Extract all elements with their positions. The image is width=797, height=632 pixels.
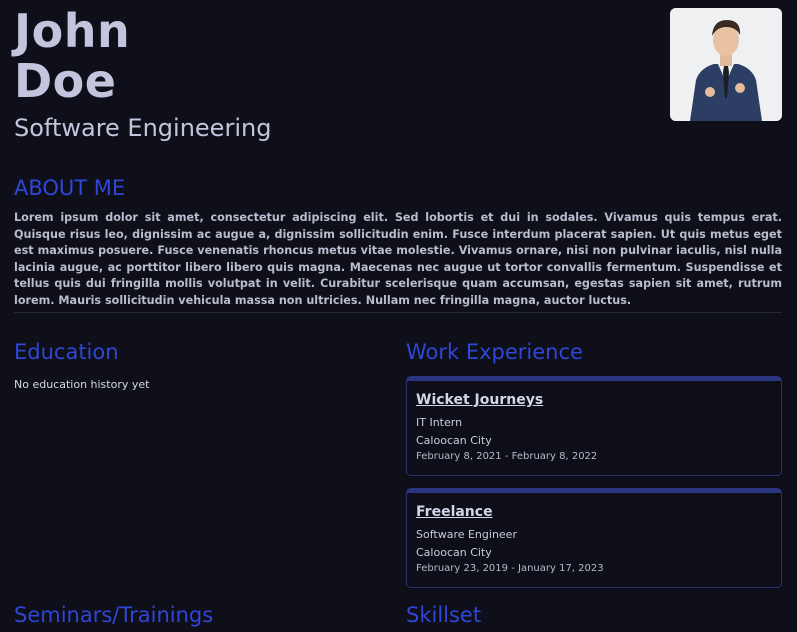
education-empty-text: No education history yet <box>14 378 150 391</box>
about-heading: ABOUT ME <box>14 176 126 200</box>
job-location: Caloocan City <box>416 434 492 447</box>
job-dates: February 8, 2021 - February 8, 2022 <box>416 451 598 462</box>
profile-photo <box>670 8 782 121</box>
skillset-heading: Skillset <box>406 603 482 627</box>
company-link[interactable]: Freelance <box>416 504 493 520</box>
company-link[interactable]: Wicket Journeys <box>416 392 543 408</box>
job-role: Software Engineer <box>416 528 517 541</box>
about-text: Lorem ipsum dolor sit amet, consectetur … <box>14 211 782 307</box>
first-name: John <box>14 4 131 58</box>
job-role: IT Intern <box>416 416 463 429</box>
profile-name: John Doe <box>14 6 130 106</box>
profile-title: Software Engineering <box>14 114 272 142</box>
last-name: Doe <box>14 54 117 108</box>
section-divider <box>14 312 782 313</box>
work-experience-heading: Work Experience <box>406 340 583 364</box>
job-dates: February 23, 2019 - January 17, 2023 <box>416 563 604 574</box>
education-heading: Education <box>14 340 119 364</box>
seminars-heading: Seminars/Trainings <box>14 603 214 627</box>
work-card: Wicket Journeys IT Intern Caloocan City … <box>406 376 782 476</box>
work-card: Freelance Software Engineer Caloocan Cit… <box>406 488 782 588</box>
job-location: Caloocan City <box>416 546 492 559</box>
